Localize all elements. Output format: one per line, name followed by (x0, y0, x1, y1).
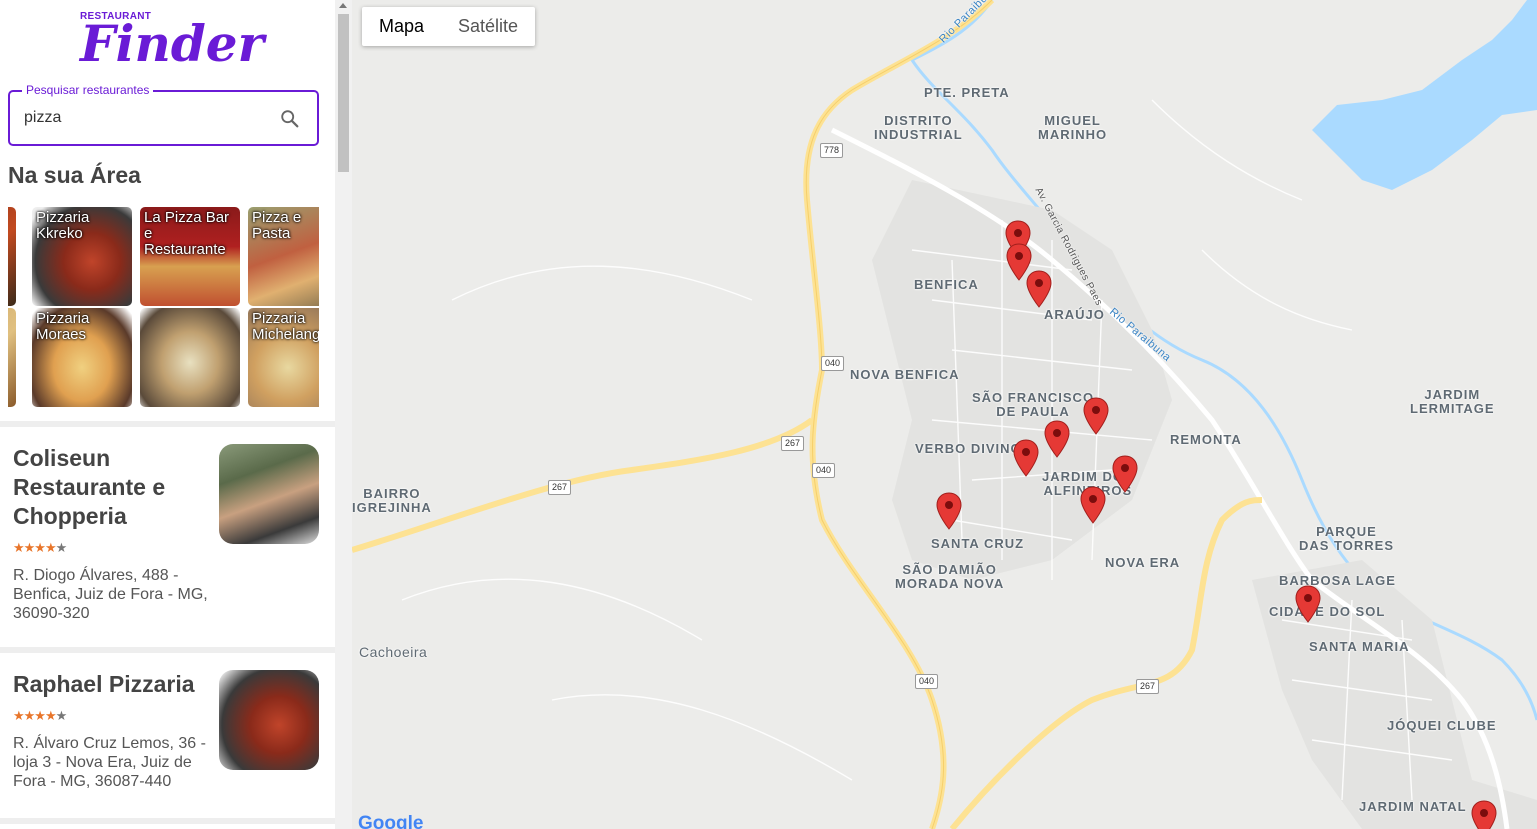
nearby-carousel: Pizzaria Kkreko La Pizza Bar e Restauran… (8, 207, 319, 407)
map-pin-icon[interactable] (1026, 270, 1052, 308)
carousel-tile-label: Pizzaria Kkreko (36, 209, 90, 242)
carousel-tile-partial[interactable] (8, 308, 16, 407)
place-label: SÃO DAMIÃO MORADA NOVA (895, 562, 1005, 591)
place-label: PTE. PRETA (924, 85, 1010, 100)
map-type-satellite-button[interactable]: Satélite (441, 7, 535, 46)
divider (0, 818, 335, 824)
restaurant-name: Raphael Pizzaria (13, 671, 195, 697)
stars-filled: ★★★★ (13, 708, 57, 723)
place-label: ARAÚJO (1044, 307, 1105, 322)
carousel-tile-label: Pizzaria Moraes (36, 310, 90, 343)
rating-stars: ★★★★★ (13, 708, 68, 724)
restaurant-address: R. Diogo Álvares, 488 - Benfica, Juiz de… (13, 567, 208, 622)
google-logo[interactable]: Google (358, 813, 423, 829)
stars-filled: ★★★★ (13, 540, 57, 555)
carousel-tile[interactable] (140, 308, 240, 407)
map-type-map-button[interactable]: Mapa (362, 7, 441, 46)
place-label: JÓQUEI CLUBE (1387, 718, 1497, 733)
road-shield: 040 (915, 674, 939, 689)
stars-empty: ★ (55, 708, 68, 723)
place-label: SANTA MARIA (1309, 639, 1410, 654)
place-label: NOVA ERA (1105, 555, 1181, 570)
place-label: SANTA CRUZ (931, 536, 1025, 551)
carousel-tile[interactable]: Pizzaria Moraes (32, 308, 132, 407)
place-label: BAIRRO IGREJINHA (352, 486, 432, 515)
place-label: DISTRITO INDUSTRIAL (874, 113, 963, 142)
carousel-tile-label: Pizzaria Michelangelo (252, 310, 319, 343)
map-pin-icon[interactable] (1295, 585, 1321, 623)
carousel-tile[interactable]: Pizza e Pasta (248, 207, 319, 306)
highway-267-west (352, 417, 814, 553)
place-label: NOVA BENFICA (850, 367, 960, 382)
scroll-thumb[interactable] (338, 14, 349, 172)
place-label: VERBO DIVINO (915, 441, 1022, 456)
place-label: CIDADE DO SOL (1269, 604, 1386, 619)
place-label: REMONTA (1170, 432, 1242, 447)
place-label: SÃO FRANCISCO DE PAULA (972, 390, 1095, 419)
restaurant-name: Coliseun Restaurante e Chopperia (13, 445, 166, 529)
road-shield: 040 (812, 463, 836, 478)
carousel-tile-partial[interactable] (8, 207, 16, 306)
place-label: PARQUE DAS TORRES (1299, 524, 1394, 553)
search-input[interactable] (24, 106, 264, 130)
place-label: Cachoeira (359, 644, 428, 660)
scroll-up-arrow-icon[interactable] (339, 3, 347, 8)
google-logo-text: Google (358, 813, 424, 829)
sidebar-scrollbar[interactable] (335, 0, 352, 829)
map-pin-icon[interactable] (936, 492, 962, 530)
search-icon[interactable] (279, 108, 301, 130)
map-pin-icon[interactable] (1112, 455, 1138, 493)
map-pin-icon[interactable] (1083, 397, 1109, 435)
logo-title: Finder (80, 14, 264, 73)
restaurant-card[interactable]: Raphael Pizzaria ★★★★★ R. Álvaro Cruz Le… (0, 653, 335, 823)
road-shield: 267 (781, 436, 805, 451)
lake (1312, 0, 1537, 190)
app-logo[interactable]: RESTAURANT Finder (80, 8, 264, 78)
restaurant-address: R. Álvaro Cruz Lemos, 36 - loja 3 - Nova… (13, 735, 206, 790)
carousel-tile-label: La Pizza Bar e Restaurante (144, 209, 230, 258)
sidebar: RESTAURANT Finder Pesquisar restaurantes… (0, 0, 335, 829)
restaurant-photo (219, 670, 319, 770)
restaurant-photo (219, 444, 319, 544)
place-label: BENFICA (914, 277, 979, 292)
carousel-tile[interactable]: Pizzaria Kkreko (32, 207, 132, 306)
map-pin-icon[interactable] (1044, 420, 1070, 458)
search-field[interactable]: Pesquisar restaurantes (8, 83, 319, 146)
rating-stars: ★★★★★ (13, 540, 68, 556)
section-title: Na sua Área (8, 162, 141, 188)
carousel-tile-label: Pizza e Pasta (252, 209, 302, 242)
road-shield: 040 (821, 356, 845, 371)
road-shield: 778 (820, 143, 844, 158)
place-label: JARDIM LERMITAGE (1410, 387, 1495, 416)
place-label: JARDIM NATAL (1359, 799, 1467, 814)
carousel-tile[interactable]: Pizzaria Michelangelo (248, 308, 319, 407)
road-shield: 267 (548, 480, 572, 495)
carousel-tile[interactable]: La Pizza Bar e Restaurante (140, 207, 240, 306)
stars-empty: ★ (55, 540, 68, 555)
map[interactable]: Mapa Satélite PTE. PRETA DISTRITO INDUST… (352, 0, 1537, 829)
search-label: Pesquisar restaurantes (22, 83, 154, 97)
map-pin-icon[interactable] (1471, 800, 1497, 829)
place-label: MIGUEL MARINHO (1038, 113, 1108, 142)
map-type-control: Mapa Satélite (362, 7, 536, 46)
road-shield: 267 (1136, 679, 1160, 694)
map-pin-icon[interactable] (1080, 486, 1106, 524)
map-pin-icon[interactable] (1013, 439, 1039, 477)
restaurant-card[interactable]: Coliseun Restaurante e Chopperia ★★★★★ R… (0, 427, 335, 647)
